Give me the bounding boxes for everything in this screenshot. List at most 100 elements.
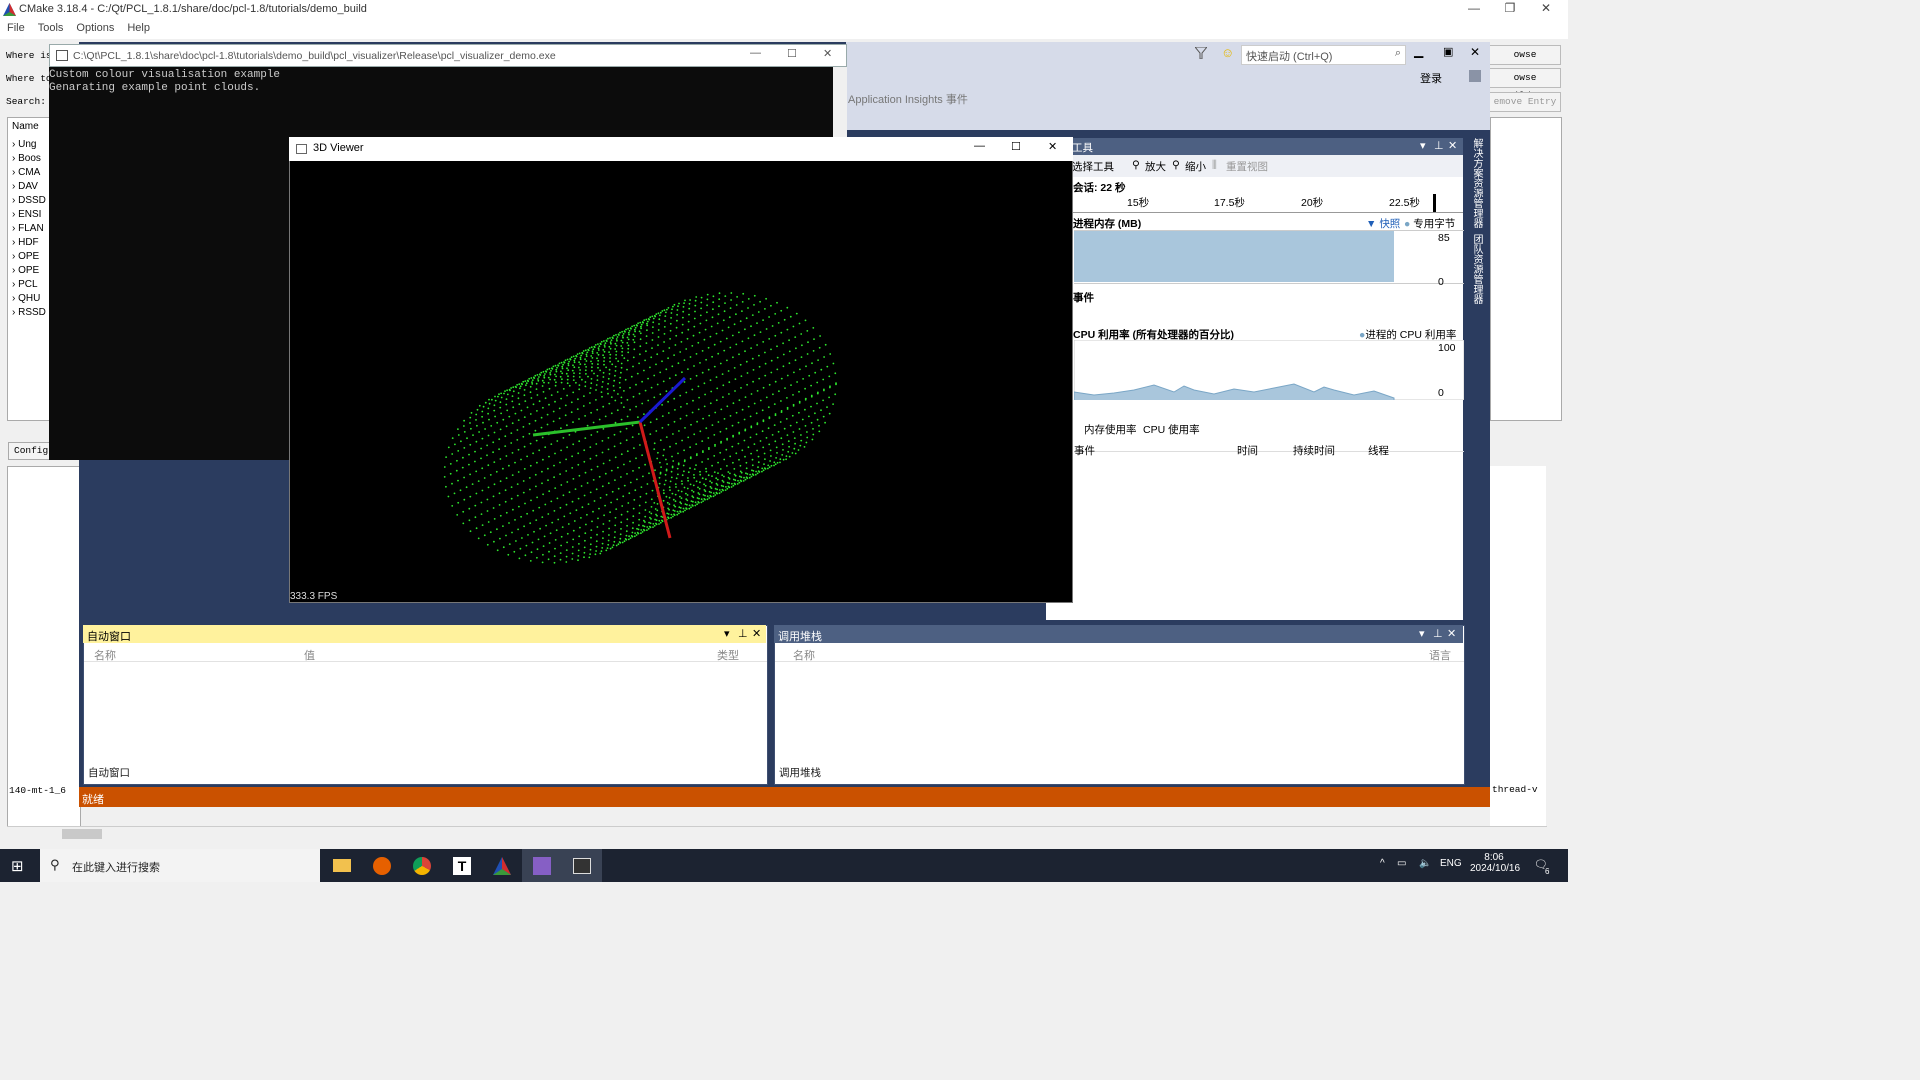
cache-tree-right: [1490, 117, 1562, 421]
vs-minimize-button[interactable]: ▁: [1414, 44, 1423, 58]
feedback-smiley-icon[interactable]: ☺: [1221, 45, 1234, 60]
console-minimize-button[interactable]: —: [750, 47, 761, 59]
dropdown-icon[interactable]: ▾: [1419, 627, 1425, 640]
browse-source-button[interactable]: owse Source...: [1489, 45, 1561, 78]
snapshot-label: 快照: [1379, 218, 1401, 230]
avatar[interactable]: [1469, 70, 1481, 82]
tab-memory-usage[interactable]: 内存使用率: [1084, 422, 1137, 437]
minimize-button[interactable]: —: [1456, 0, 1492, 19]
pin-icon[interactable]: ⊥: [1434, 139, 1444, 152]
tab-output[interactable]: 输出: [995, 765, 1022, 782]
zoom-in-icon[interactable]: ⚲: [1132, 159, 1140, 171]
menu-file[interactable]: File: [7, 22, 25, 34]
zoom-in-button[interactable]: 放大: [1145, 159, 1166, 174]
close-icon[interactable]: ✕: [1447, 627, 1456, 640]
vs-maximize-button[interactable]: ▣: [1443, 45, 1453, 58]
tree-item[interactable]: › OPE: [12, 265, 39, 276]
tree-item[interactable]: › Ung: [12, 139, 36, 150]
scroll-thumb[interactable]: [62, 829, 102, 839]
console-taskbar-icon[interactable]: [562, 849, 602, 882]
taskbar-search-box[interactable]: ⚲ 在此键入进行搜索: [40, 849, 320, 882]
file-explorer-icon[interactable]: [322, 849, 362, 882]
col-duration[interactable]: 持续时间: [1293, 443, 1335, 458]
point-cloud-canvas[interactable]: [290, 138, 1074, 604]
viewer-close-button[interactable]: ✕: [1048, 140, 1057, 153]
tree-item[interactable]: › RSSD: [12, 307, 46, 318]
timeline-marker[interactable]: [1433, 194, 1436, 212]
close-button[interactable]: ✕: [1528, 0, 1564, 19]
tree-item[interactable]: › OPE: [12, 251, 39, 262]
tab-locals[interactable]: 局部变量: [133, 765, 181, 782]
tab-immediate-window[interactable]: 即时窗口: [947, 765, 995, 782]
tree-item[interactable]: › QHU: [12, 293, 40, 304]
tab-solution-explorer[interactable]: 解决方案资源管理器: [1469, 138, 1484, 228]
tab-team-explorer[interactable]: 团队资源管理器: [1469, 234, 1484, 304]
tab-breakpoints[interactable]: 断点: [824, 765, 851, 782]
tab-cpu-usage[interactable]: CPU 使用率: [1143, 422, 1200, 437]
log-line-right: thread-v: [1492, 784, 1538, 795]
insights-dropdown[interactable]: Application Insights 事件: [848, 91, 968, 107]
tree-header[interactable]: Name: [12, 121, 39, 132]
dropdown-icon[interactable]: ▾: [1420, 139, 1426, 152]
viewer-minimize-button[interactable]: —: [974, 140, 985, 152]
volume-icon[interactable]: 🔈: [1419, 858, 1431, 869]
reset-view-button[interactable]: 重置视图: [1226, 159, 1268, 174]
vs-close-button[interactable]: ✕: [1470, 45, 1480, 59]
col-event[interactable]: 事件: [1074, 443, 1095, 458]
tree-item[interactable]: › PCL: [12, 279, 38, 290]
tree-item[interactable]: › FLAN: [12, 223, 44, 234]
tree-item[interactable]: › ENSI: [12, 209, 41, 220]
close-icon[interactable]: ✕: [1448, 139, 1457, 152]
network-icon[interactable]: ▭: [1397, 858, 1406, 869]
firefox-icon[interactable]: [362, 849, 402, 882]
pin-icon[interactable]: ⊥: [1433, 627, 1443, 640]
tab-autos[interactable]: 自动窗口: [85, 765, 133, 782]
chrome-icon[interactable]: [402, 849, 442, 882]
console-maximize-button[interactable]: ☐: [787, 47, 797, 60]
zoom-out-icon[interactable]: ⚲: [1172, 159, 1180, 171]
input-language[interactable]: ENG: [1440, 858, 1462, 869]
console-line: Custom colour visualisation example: [49, 69, 281, 81]
clock[interactable]: 8:06 2024/10/16: [1470, 852, 1520, 874]
timeline-ruler[interactable]: 15秒 17.5秒 20秒 22.5秒: [1073, 194, 1463, 213]
zoom-out-button[interactable]: 缩小: [1185, 159, 1206, 174]
windows-start-icon[interactable]: ⊞: [11, 857, 24, 875]
dropdown-icon[interactable]: ▾: [724, 627, 730, 640]
tab-callstack[interactable]: 调用堆栈: [776, 765, 824, 782]
viewer-maximize-button[interactable]: ☐: [1011, 140, 1021, 153]
col-thread[interactable]: 线程: [1368, 443, 1389, 458]
cache-tree[interactable]: Name › Ung › Boos › CMA › DAV › DSSD › ENSI › …: [7, 117, 51, 421]
tree-item[interactable]: › Boos: [12, 153, 41, 164]
tree-item[interactable]: › HDF: [12, 237, 39, 248]
tree-item[interactable]: › DSSD: [12, 195, 46, 206]
close-icon[interactable]: ✕: [752, 627, 761, 640]
console-close-button[interactable]: ✕: [823, 47, 832, 60]
tray-chevron-icon[interactable]: ^: [1380, 858, 1385, 869]
menu-tools[interactable]: Tools: [38, 22, 64, 34]
reset-view-icon[interactable]: ⫼: [1212, 159, 1217, 172]
viewer-window[interactable]: [289, 137, 1073, 603]
tab-exception-settings[interactable]: 异常设置: [851, 765, 899, 782]
menu-help[interactable]: Help: [127, 22, 150, 34]
menu-options[interactable]: Options: [76, 22, 114, 34]
log-scrollbar[interactable]: [1546, 466, 1560, 826]
select-tool-button[interactable]: 选择工具: [1072, 159, 1114, 174]
browse-build-button[interactable]: owse Build...: [1489, 68, 1561, 101]
header-divider: [84, 661, 767, 662]
visual-studio-icon[interactable]: [522, 849, 562, 882]
pin-icon[interactable]: ⊥: [738, 627, 748, 640]
filter-icon[interactable]: [1195, 47, 1207, 59]
quick-launch-input[interactable]: 快速启动 (Ctrl+Q) ⌕: [1241, 45, 1406, 65]
horizontal-scrollbar[interactable]: [7, 826, 1547, 841]
cmake-taskbar-icon[interactable]: [482, 849, 522, 882]
remove-entry-button[interactable]: emove Entry: [1489, 92, 1561, 112]
typora-icon[interactable]: T: [442, 849, 482, 882]
maximize-button[interactable]: ❐: [1492, 0, 1528, 19]
tree-item[interactable]: › CMA: [12, 167, 40, 178]
console-line: Genarating example point clouds.: [49, 82, 261, 94]
tab-command-window[interactable]: 命令窗口: [899, 765, 947, 782]
tree-item[interactable]: › DAV: [12, 181, 38, 192]
tab-watch1[interactable]: 监视 1: [181, 765, 217, 782]
col-time[interactable]: 时间: [1237, 443, 1258, 458]
login-link[interactable]: 登录: [1420, 70, 1442, 86]
